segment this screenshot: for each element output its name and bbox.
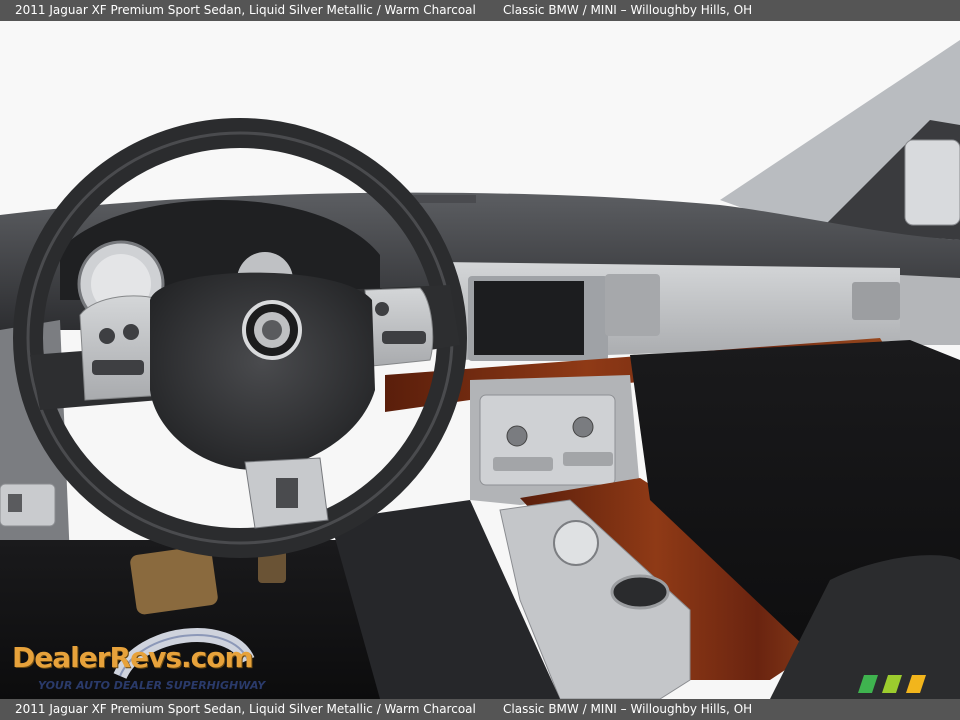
mmm-logo-icon — [858, 675, 926, 693]
bottom-caption-bar: 2011 Jaguar XF Premium Sport Sedan, Liqu… — [0, 699, 960, 720]
dealer-caption: Classic BMW / MINI – Willoughby Hills, O… — [503, 3, 753, 17]
dealerrevs-tagline: YOUR AUTO DEALER SUPERHIGHWAY — [38, 679, 266, 692]
dealerrevs-logo: DealerRevs.com — [12, 641, 254, 674]
top-caption-bar: 2011 Jaguar XF Premium Sport Sedan, Liqu… — [0, 0, 960, 21]
interior-photo — [0, 21, 960, 699]
dealer-caption-bottom: Classic BMW / MINI – Willoughby Hills, O… — [503, 702, 753, 716]
vehicle-caption-bottom: 2011 Jaguar XF Premium Sport Sedan, Liqu… — [15, 702, 476, 716]
vehicle-caption: 2011 Jaguar XF Premium Sport Sedan, Liqu… — [15, 3, 476, 17]
